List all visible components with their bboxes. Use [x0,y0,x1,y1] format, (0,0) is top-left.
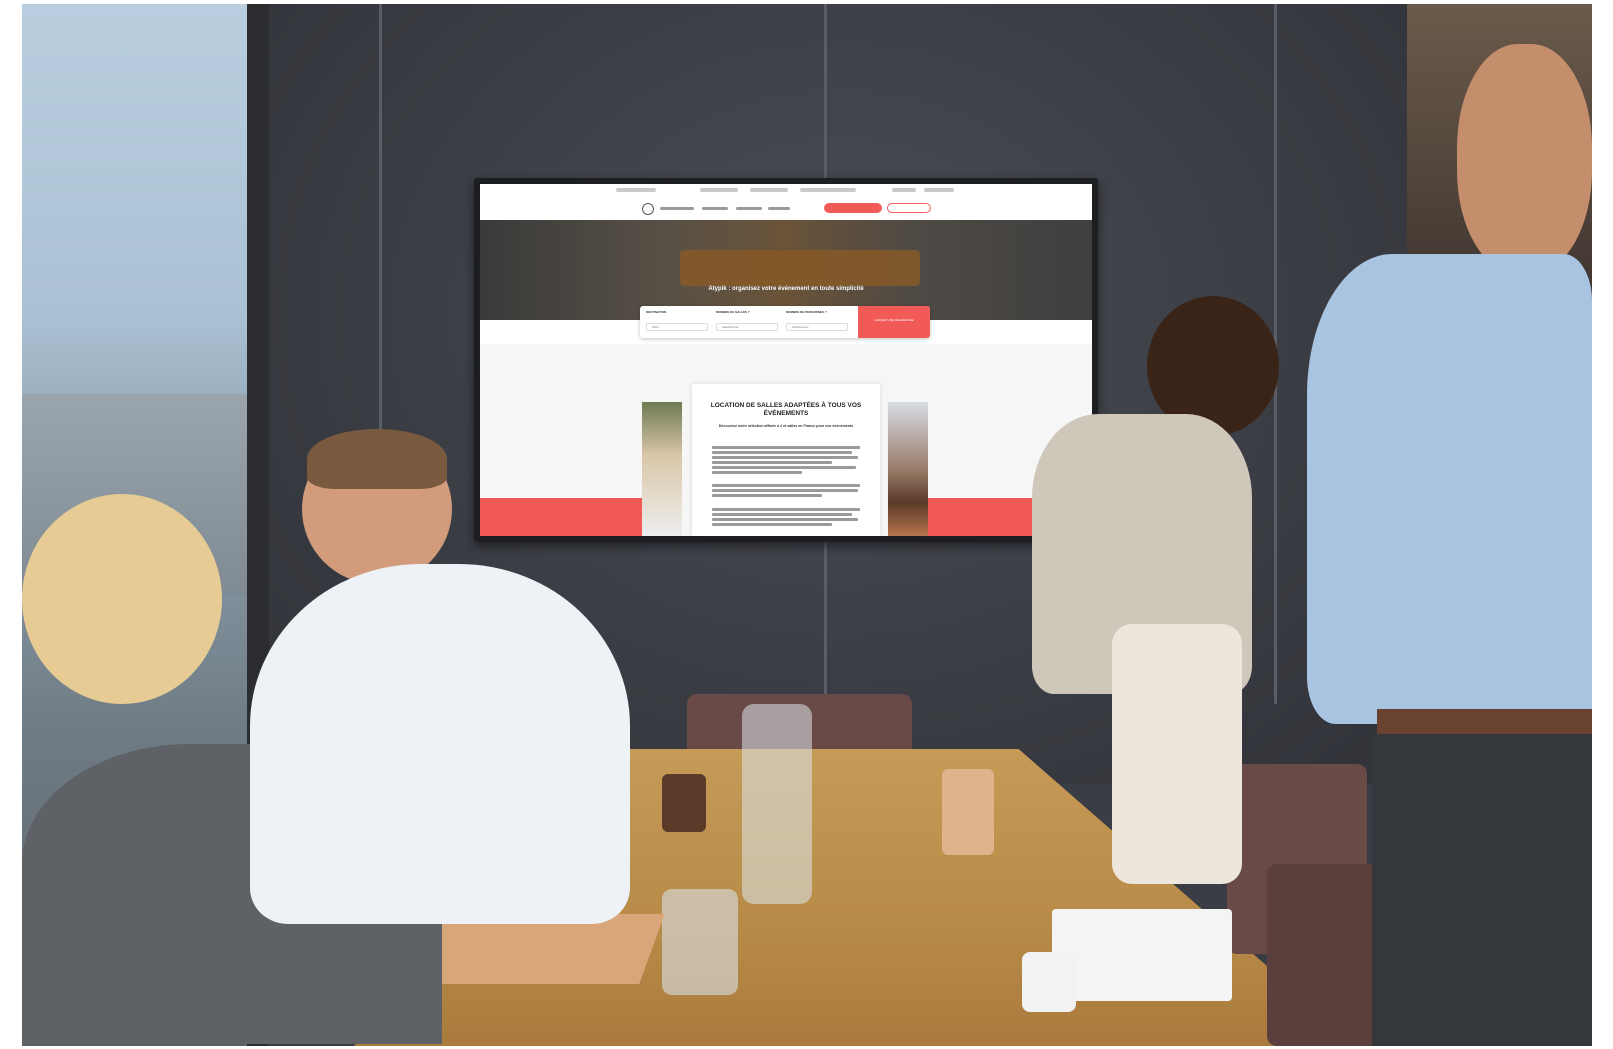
white-trousers [1112,624,1242,884]
wall-tv: Atypik : organisez votre événement en to… [474,178,1098,542]
tv-screen: Atypik : organisez votre événement en to… [480,184,1092,536]
white-shirt [250,564,630,924]
website-navbar [480,198,1092,218]
hero-sofa [680,250,920,286]
website-card: LOCATION DE SALLES ADAPTÉES À TOUS VOS É… [692,384,880,536]
website-content: LOCATION DE SALLES ADAPTÉES À TOUS VOS É… [480,344,1092,536]
website-topbar [480,184,1092,199]
website-cta-button [824,203,882,213]
blonde-hair [22,494,222,704]
coffee-cup [942,769,994,855]
notepad [1052,909,1232,1001]
website-search-bar: DESTINATION Paris NOMBRE DE SALLES ? Sél… [640,306,930,338]
search-field: DESTINATION Paris [646,310,712,334]
meeting-room-photo: Atypik : organisez votre événement en to… [22,4,1592,1046]
water-glass [662,889,738,995]
card-subtitle: Découvrez notre sélection affinée à 4 et… [718,424,854,428]
side-image-right [888,402,928,536]
grey-trousers [1372,734,1592,1046]
side-image-left [642,402,682,536]
search-button: LANCER UNE RECHERCHE [858,306,930,338]
man-hair [307,429,447,489]
website-secondary-button [887,203,931,213]
espresso-cup [1022,952,1076,1012]
card-title: LOCATION DE SALLES ADAPTÉES À TOUS VOS É… [710,402,862,417]
blue-shirt [1307,254,1592,724]
coffee-glass [662,774,706,832]
website-hero: Atypik : organisez votre événement en to… [480,220,1092,320]
standing-man-head [1457,44,1592,274]
search-field: NOMBRE DE PERSONNES ? Sélectionner [786,310,852,334]
website-logo [642,203,654,215]
search-field: NOMBRE DE SALLES ? Sélectionner [716,310,782,334]
water-carafe [742,704,812,904]
hero-title: Atypik : organisez votre événement en to… [708,286,864,292]
